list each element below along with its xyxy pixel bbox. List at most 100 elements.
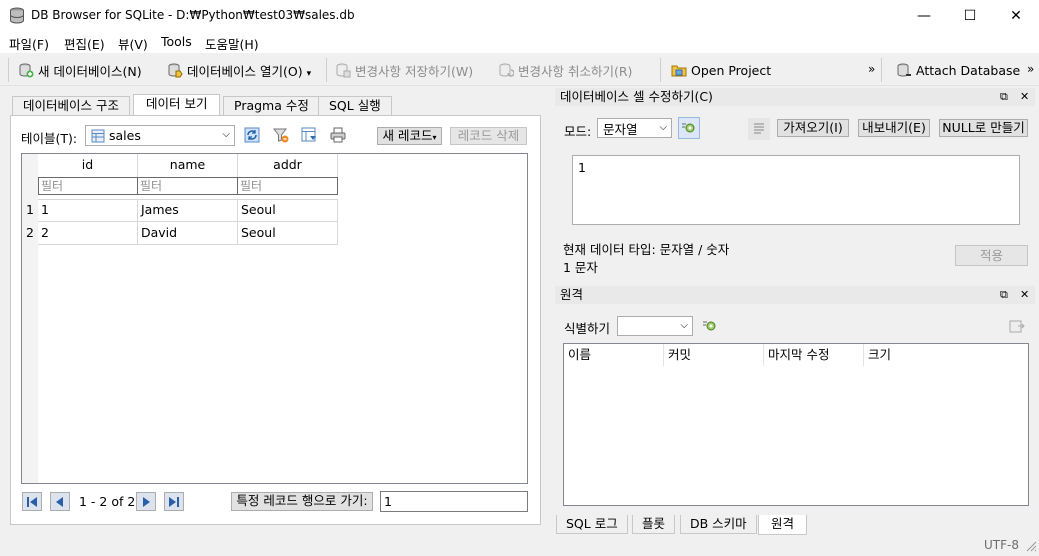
write-changes-icon xyxy=(336,63,351,78)
first-page-button[interactable] xyxy=(22,492,42,511)
close-icon: ✕ xyxy=(1010,7,1022,24)
revert-changes-button[interactable]: 변경사항 취소하기(R) xyxy=(498,60,632,80)
import-button[interactable]: 가져오기(I) xyxy=(777,119,849,137)
column-header-commit[interactable]: 커밋 xyxy=(664,344,764,366)
maximize-button[interactable]: ☐ xyxy=(947,0,993,31)
new-record-label: 새 레코드 xyxy=(382,128,433,143)
menu-file[interactable]: 파일(F) xyxy=(9,34,49,53)
encoding-status: UTF-8 xyxy=(984,538,1019,552)
remote-files-table[interactable]: 이름 커밋 마지막 수정 크기 xyxy=(563,343,1029,506)
toolbar-separator xyxy=(881,58,882,82)
delete-record-button[interactable]: 레코드 삭제 xyxy=(450,127,527,145)
refresh-button[interactable] xyxy=(241,124,263,146)
minimize-icon: — xyxy=(917,7,931,24)
toolbar-separator xyxy=(326,58,327,82)
menu-edit[interactable]: 편집(E) xyxy=(64,34,105,53)
previous-page-button[interactable] xyxy=(50,492,70,511)
open-project-button[interactable]: Open Project xyxy=(671,60,771,80)
dropdown-arrow-icon: ▾ xyxy=(432,133,437,142)
attach-database-label: Attach Database xyxy=(916,62,1021,78)
word-wrap-button[interactable] xyxy=(748,118,770,140)
tab-edit-pragmas[interactable]: Pragma 수정 xyxy=(223,96,320,115)
tab-browse-data[interactable]: 데이터 보기 xyxy=(133,94,221,116)
toolbar-grip xyxy=(8,58,9,82)
table-cell-name[interactable]: David xyxy=(138,222,238,245)
dropdown-arrow-icon[interactable]: ▾ xyxy=(307,69,312,79)
table-label: 테이블(T): xyxy=(21,131,78,146)
goto-record-input[interactable] xyxy=(380,491,528,512)
remote-title: 원격 xyxy=(560,287,584,302)
auto-switch-mode-button[interactable] xyxy=(678,117,700,139)
table-cell-id[interactable]: 2 xyxy=(38,222,138,245)
menu-help[interactable]: 도움말(H) xyxy=(205,34,259,53)
table-cell-name[interactable]: James xyxy=(138,199,238,222)
attach-database-button[interactable]: Attach Database xyxy=(896,60,1020,80)
tab-remote[interactable]: 원격 xyxy=(758,515,808,535)
pane-splitter[interactable] xyxy=(548,86,552,536)
apply-button[interactable]: 적용 xyxy=(955,245,1028,266)
chevron-down-icon: ⌵ xyxy=(659,122,667,133)
print-button[interactable] xyxy=(327,124,349,146)
mode-label: 모드: xyxy=(564,124,592,139)
column-header-id[interactable]: id xyxy=(38,154,138,177)
new-record-button[interactable]: 새 레코드▾ xyxy=(377,127,442,145)
toolbar-overflow-chevron-icon-2[interactable]: » xyxy=(1027,62,1034,76)
column-header-last-modified[interactable]: 마지막 수정 xyxy=(764,344,864,366)
resize-grip-icon[interactable] xyxy=(1026,541,1037,552)
data-size-info: 1 문자 xyxy=(563,260,598,275)
new-database-button[interactable]: 새 데이터베이스(N) xyxy=(18,60,142,80)
data-grid[interactable]: id name addr 필터 필터 필터 1 1 James Seoul 2 … xyxy=(21,153,528,484)
column-header-remote-name[interactable]: 이름 xyxy=(564,344,664,366)
edit-cell-dock-title[interactable]: 데이터베이스 셀 수정하기(C) ⧉ ✕ xyxy=(555,88,1035,106)
open-database-icon xyxy=(168,63,183,78)
row-number[interactable]: 1 xyxy=(22,199,38,222)
column-header-size[interactable]: 크기 xyxy=(864,344,1028,366)
next-page-button[interactable] xyxy=(136,492,156,511)
filter-input-id[interactable]: 필터 xyxy=(38,177,138,195)
set-null-button[interactable]: NULL로 만들기 xyxy=(939,119,1028,137)
table-cell-id[interactable]: 1 xyxy=(38,199,138,222)
open-database-button[interactable]: 데이터베이스 열기(O) ▾ xyxy=(167,60,311,80)
last-page-button[interactable] xyxy=(164,492,184,511)
close-dock-icon[interactable]: ✕ xyxy=(1020,286,1029,303)
goto-record-button[interactable]: 특정 레코드 행으로 가기: xyxy=(231,492,373,511)
tab-db-schema[interactable]: DB 스키마 xyxy=(680,515,757,534)
export-button[interactable]: 내보내기(E) xyxy=(858,119,930,137)
clear-filter-icon xyxy=(273,128,289,143)
float-dock-icon[interactable]: ⧉ xyxy=(1000,88,1008,105)
push-database-button[interactable] xyxy=(1006,315,1028,337)
tab-db-structure[interactable]: 데이터베이스 구조 xyxy=(12,96,130,115)
revert-changes-icon xyxy=(499,63,514,77)
toolbar-overflow-chevron-icon[interactable]: » xyxy=(868,62,875,76)
table-cell-addr[interactable]: Seoul xyxy=(238,222,338,245)
close-dock-icon[interactable]: ✕ xyxy=(1020,88,1029,105)
mode-select[interactable]: 문자열 ⌵ xyxy=(597,118,672,138)
tab-plot[interactable]: 플롯 xyxy=(632,515,676,534)
filter-input-name[interactable]: 필터 xyxy=(137,177,238,195)
clear-filters-button[interactable] xyxy=(270,124,292,146)
tab-sql-log[interactable]: SQL 로그 xyxy=(556,515,628,534)
identity-settings-button[interactable] xyxy=(699,315,721,337)
identity-select[interactable]: ⌵ xyxy=(617,316,693,336)
row-number[interactable]: 2 xyxy=(22,222,38,245)
remote-dock-title[interactable]: 원격 ⧉ ✕ xyxy=(555,286,1035,304)
skip-first-icon xyxy=(27,496,37,507)
save-table-icon xyxy=(301,127,316,142)
table-cell-addr[interactable]: Seoul xyxy=(238,199,338,222)
minimize-button[interactable]: — xyxy=(901,0,947,31)
cell-editor-textarea[interactable]: 1 xyxy=(572,155,1020,225)
save-filter-button[interactable] xyxy=(298,124,320,146)
column-header-addr[interactable]: addr xyxy=(238,154,338,177)
float-dock-icon[interactable]: ⧉ xyxy=(1000,286,1008,303)
write-changes-button[interactable]: 변경사항 저장하기(W) xyxy=(335,60,473,80)
table-select[interactable]: sales ⌵ xyxy=(85,125,235,146)
main-toolbar: 새 데이터베이스(N) 데이터베이스 열기(O) ▾ 변경사항 저장하기(W) … xyxy=(0,53,1039,86)
chevron-down-icon: ⌵ xyxy=(680,320,688,331)
menu-view[interactable]: 뷰(V) xyxy=(118,34,148,53)
close-button[interactable]: ✕ xyxy=(993,0,1039,31)
menu-tools[interactable]: Tools xyxy=(161,34,192,49)
column-header-name[interactable]: name xyxy=(138,154,238,177)
tab-execute-sql[interactable]: SQL 실행 xyxy=(318,96,392,115)
page-info: 1 - 2 of 2 xyxy=(79,494,136,509)
filter-input-addr[interactable]: 필터 xyxy=(237,177,338,195)
